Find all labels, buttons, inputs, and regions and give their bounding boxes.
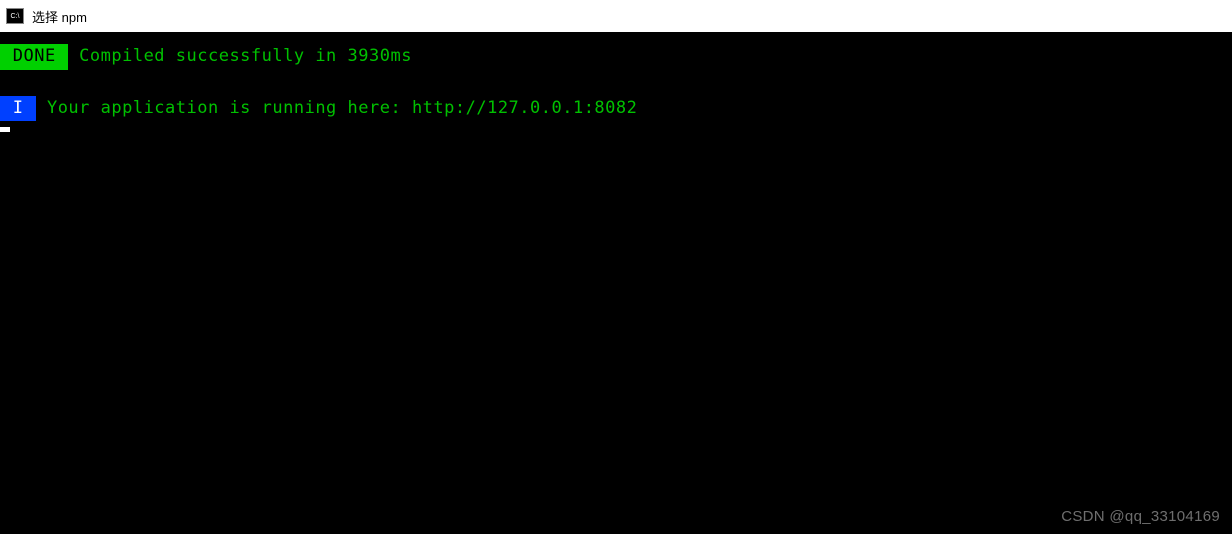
cmd-icon — [6, 8, 24, 24]
watermark-text: CSDN @qq_33104169 — [1061, 506, 1220, 529]
terminal-cursor-line — [0, 121, 1232, 132]
info-badge: I — [0, 96, 36, 122]
compiled-message: Compiled successfully in 3930ms — [68, 44, 412, 70]
window-title-bar: 选择 npm — [0, 0, 1232, 32]
cursor-icon — [0, 127, 10, 132]
terminal-line-done: DONE Compiled successfully in 3930ms — [0, 32, 1232, 70]
running-message: Your application is running here: http:/… — [36, 96, 637, 122]
done-badge: DONE — [0, 44, 68, 70]
terminal-output[interactable]: DONE Compiled successfully in 3930ms I Y… — [0, 32, 1232, 534]
terminal-line-info: I Your application is running here: http… — [0, 96, 1232, 122]
window-title: 选择 npm — [32, 7, 87, 26]
